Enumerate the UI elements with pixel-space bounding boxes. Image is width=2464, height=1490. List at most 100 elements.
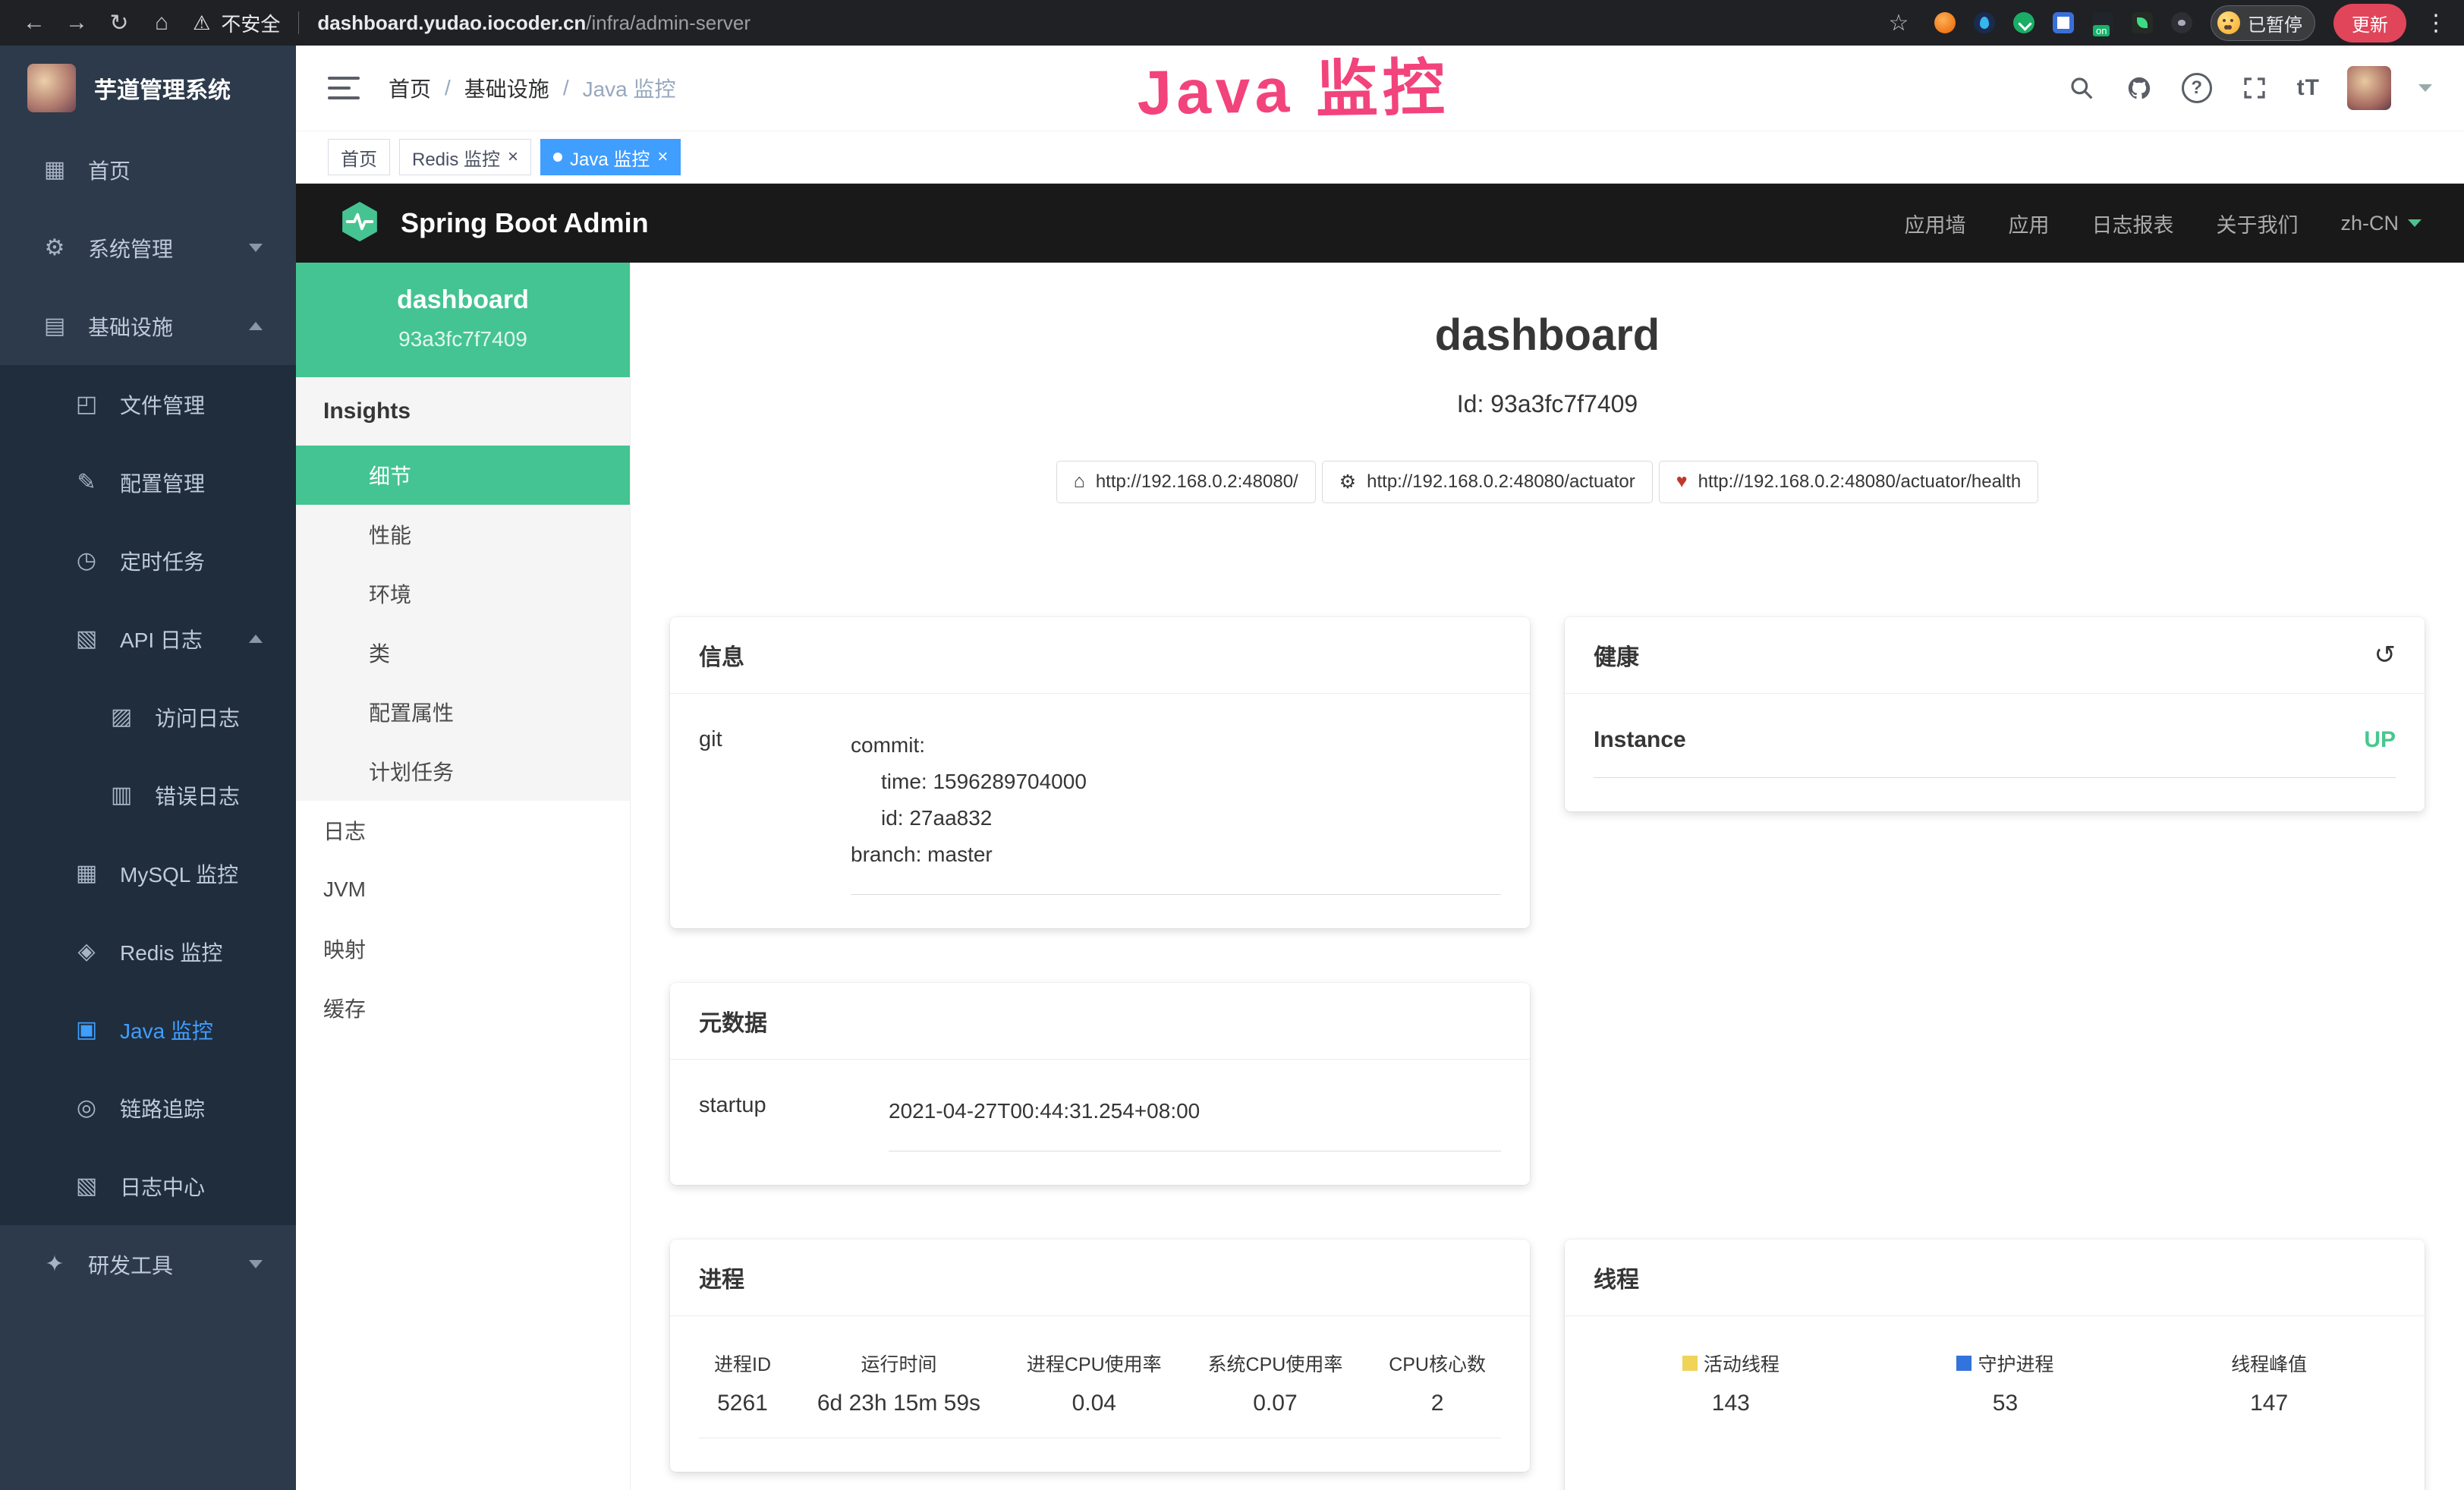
sba-nav-journal[interactable]: 日志报表 xyxy=(2091,209,2173,238)
browser-update-button[interactable]: 更新 xyxy=(2333,4,2406,43)
avatar[interactable] xyxy=(2347,66,2391,110)
sidebar-item-error-log[interactable]: ▥ 错误日志 xyxy=(0,756,296,834)
sidebar-item-system[interactable]: ⚙ 系统管理 xyxy=(0,209,296,287)
sidebar-item-access-log[interactable]: ▨ 访问日志 xyxy=(0,678,296,756)
sba-item-jvm[interactable]: JVM xyxy=(296,860,630,919)
url-host[interactable]: dashboard.yudao.iocoder.cn xyxy=(317,11,586,34)
extension-icon-leaf[interactable] xyxy=(2132,12,2153,33)
back-icon[interactable]: ← xyxy=(17,5,52,40)
extension-icon-drop[interactable] xyxy=(1974,12,1995,33)
sba-item-logs[interactable]: 日志 xyxy=(296,801,630,860)
sidebar-item-scheduled-jobs[interactable]: ◷ 定时任务 xyxy=(0,521,296,600)
sba-item-classes[interactable]: 类 xyxy=(296,623,630,682)
sba-item-configprops[interactable]: 配置属性 xyxy=(296,682,630,742)
sidebar-item-file-manage[interactable]: ◰ 文件管理 xyxy=(0,365,296,443)
sba-item-metrics[interactable]: 性能 xyxy=(296,505,630,564)
extension-icon-grid[interactable] xyxy=(2053,12,2074,33)
breadcrumb-infrastructure[interactable]: 基础设施 xyxy=(464,73,549,103)
health-instance-label: Instance xyxy=(1594,727,1686,753)
sba-nav-applications[interactable]: 应用 xyxy=(2008,209,2049,238)
close-icon[interactable]: × xyxy=(508,148,518,166)
threads-card-header: 线程 xyxy=(1565,1240,2425,1316)
health-card-title: 健康 xyxy=(1594,638,1639,672)
sidebar-item-infrastructure[interactable]: ▤ 基础设施 xyxy=(0,287,296,365)
sidebar-item-config-manage[interactable]: ✎ 配置管理 xyxy=(0,443,296,521)
browser-menu-icon[interactable]: ⋮ xyxy=(2425,10,2447,36)
service-url-link[interactable]: ⌂ http://192.168.0.2:48080/ xyxy=(1056,461,1316,503)
logo-image xyxy=(27,64,76,112)
profile-paused-badge[interactable]: 已暂停 xyxy=(2211,5,2315,41)
search-icon[interactable] xyxy=(2066,73,2097,103)
avatar-caret-icon[interactable] xyxy=(2418,84,2432,92)
chevron-up-icon xyxy=(249,322,263,330)
sidebar-item-dev-tools[interactable]: ✦ 研发工具 xyxy=(0,1225,296,1303)
legend-live-threads: 活动线程 143 xyxy=(1682,1350,1780,1416)
sba-item-caches[interactable]: 缓存 xyxy=(296,978,630,1038)
hamburger-icon[interactable] xyxy=(328,77,360,99)
info-card-header: 信息 xyxy=(670,617,1530,694)
info-card-body: git commit: time: 1596289704000 id: 27aa… xyxy=(670,694,1530,928)
tag-label: Redis 监控 xyxy=(412,144,500,171)
sidebar-item-label: API 日志 xyxy=(120,624,203,654)
extension-icon-vue[interactable] xyxy=(2013,12,2034,33)
help-icon[interactable]: ? xyxy=(2182,73,2212,103)
security-warning-icon[interactable]: ⚠ xyxy=(193,11,210,35)
reload-icon[interactable]: ↻ xyxy=(102,5,137,40)
sidebar-item-log-center[interactable]: ▧ 日志中心 xyxy=(0,1147,296,1225)
extension-icon-paw[interactable] xyxy=(2171,12,2192,33)
sba-item-details[interactable]: 细节 xyxy=(296,446,630,505)
heartbeat-icon: ♥ xyxy=(1676,471,1688,493)
page-annotation: Java 监控 xyxy=(1137,36,1450,132)
security-warning-label[interactable]: 不安全 xyxy=(221,9,280,37)
tag-java-monitor[interactable]: Java 监控 × xyxy=(540,139,681,175)
tag-redis-monitor[interactable]: Redis 监控 × xyxy=(399,139,531,175)
font-size-icon[interactable]: tT xyxy=(2297,75,2320,101)
history-icon[interactable]: ↺ xyxy=(2374,640,2396,670)
cards-grid: 信息 git commit: time: 1596289704000 id: 2… xyxy=(670,617,2425,1490)
sidebar-item-java-monitor[interactable]: ▣ Java 监控 xyxy=(0,991,296,1069)
metadata-key: startup xyxy=(699,1093,889,1151)
metric-uptime: 运行时间 6d 23h 15m 59s xyxy=(817,1350,980,1416)
url-path[interactable]: /infra/admin-server xyxy=(586,11,751,34)
breadcrumb-current: Java 监控 xyxy=(583,73,676,103)
extension-icon-switch[interactable]: on xyxy=(2092,12,2113,33)
sba-instance-header[interactable]: dashboard 93a3fc7f7409 xyxy=(296,263,630,377)
fullscreen-icon[interactable] xyxy=(2239,73,2270,103)
actuator-url-link[interactable]: ⚙ http://192.168.0.2:48080/actuator xyxy=(1322,461,1653,503)
sba-item-environment[interactable]: 环境 xyxy=(296,564,630,623)
browser-nav-buttons: ← → ↻ ⌂ xyxy=(17,5,179,40)
browser-home-icon[interactable]: ⌂ xyxy=(144,5,179,40)
sba-item-mappings[interactable]: 映射 xyxy=(296,919,630,978)
chevron-up-icon xyxy=(249,635,263,643)
instance-id: Id: 93a3fc7f7409 xyxy=(670,390,2425,418)
sidebar-item-mysql-monitor[interactable]: ▦ MySQL 监控 xyxy=(0,834,296,912)
close-icon[interactable]: × xyxy=(657,148,668,166)
sidebar-item-api-log[interactable]: ▧ API 日志 xyxy=(0,600,296,678)
address-bar[interactable]: ⚠ 不安全 dashboard.yudao.iocoder.cn/infra/a… xyxy=(193,9,1881,37)
sidebar-item-home[interactable]: ▦ 首页 xyxy=(0,131,296,209)
extension-icon-fox[interactable] xyxy=(1934,12,1956,33)
github-icon[interactable] xyxy=(2124,73,2154,103)
breadcrumb-home[interactable]: 首页 xyxy=(389,73,431,103)
sba-main: dashboard Id: 93a3fc7f7409 ⌂ http://192.… xyxy=(631,263,2464,1490)
sba-nav-wallboard[interactable]: 应用墙 xyxy=(1904,209,1965,238)
sidebar-menu: ▦ 首页 ⚙ 系统管理 ▤ 基础设施 ◰ 文件管理 xyxy=(0,131,296,1490)
info-card-title: 信息 xyxy=(699,638,744,672)
config-pencil-icon: ✎ xyxy=(73,469,100,496)
threads-card: 线程 活动线程 143 xyxy=(1565,1240,2425,1490)
sba-item-scheduled-tasks[interactable]: 计划任务 xyxy=(296,742,630,801)
instance-links: ⌂ http://192.168.0.2:48080/ ⚙ http://192… xyxy=(670,461,2425,503)
sba-brand[interactable]: Spring Boot Admin xyxy=(401,207,649,239)
sidebar-item-redis-monitor[interactable]: ◈ Redis 监控 xyxy=(0,912,296,991)
metadata-card-title: 元数据 xyxy=(699,1004,767,1038)
health-url-link[interactable]: ♥ http://192.168.0.2:48080/actuator/heal… xyxy=(1659,461,2039,503)
sba-nav-about[interactable]: 关于我们 xyxy=(2216,209,2298,238)
health-card-header: 健康 ↺ xyxy=(1565,617,2425,694)
sidebar-item-trace[interactable]: ◎ 链路追踪 xyxy=(0,1069,296,1147)
language-select[interactable]: zh-CN xyxy=(2340,212,2422,235)
tag-home[interactable]: 首页 xyxy=(328,139,390,175)
sidebar-item-label: 研发工具 xyxy=(88,1249,173,1280)
bookmark-star-icon[interactable]: ☆ xyxy=(1881,5,1916,40)
sidebar-submenu-infrastructure: ◰ 文件管理 ✎ 配置管理 ◷ 定时任务 ▧ API 日志 xyxy=(0,365,296,1225)
forward-icon[interactable]: → xyxy=(59,5,94,40)
